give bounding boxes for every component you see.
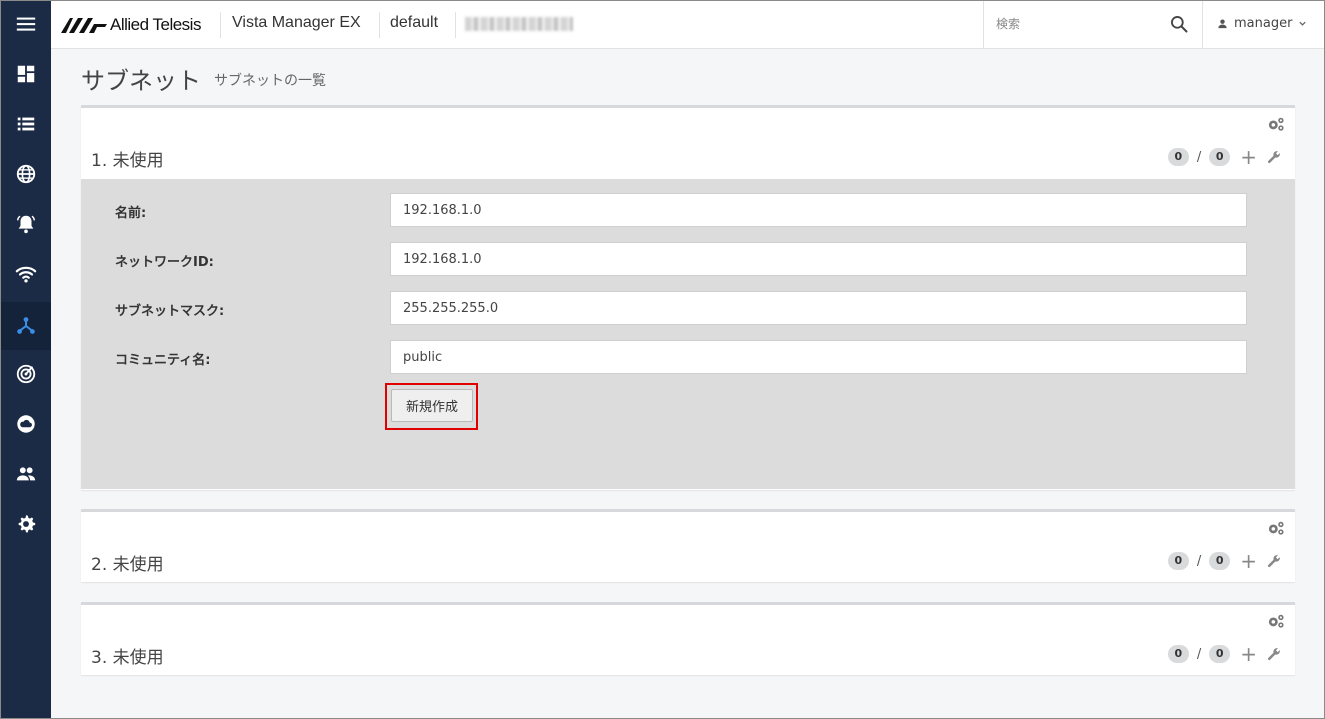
context-name[interactable]: default [390,14,438,32]
globe-icon [16,164,35,184]
sidebar-item-cloud[interactable] [0,400,51,448]
sidebar-item-network[interactable] [0,302,51,350]
menu-icon [16,17,35,31]
sidebar [0,0,51,719]
menu-toggle-button[interactable] [0,0,51,48]
panel-tools: 0 / 0 + [1167,147,1281,167]
users-icon [16,467,35,481]
app-name: Vista Manager EX [232,14,361,31]
count-badge: 0 [1209,645,1231,663]
user-name: manager [1234,16,1293,31]
count-separator: / [1196,553,1202,569]
count-badge: 0 [1209,148,1231,166]
wrench-icon[interactable] [1267,647,1281,661]
sidebar-item-alarms[interactable] [0,200,51,248]
divider [455,12,456,38]
create-button[interactable]: 新規作成 [391,389,473,422]
subnet-mask-field[interactable] [390,291,1247,325]
sidebar-item-radar[interactable] [0,350,51,398]
add-icon[interactable]: + [1240,644,1257,664]
wrench-icon[interactable] [1267,554,1281,568]
panel-tools: 0 / 0 + [1167,551,1281,571]
brand-name: Allied Telesis [110,15,201,34]
panel-title[interactable]: 3. 未使用 [91,643,164,668]
subnet-panel-1: 1. 未使用 0 / 0 + 名前: ネットワークID: サブネットマスク: コ… [81,105,1295,490]
panel-title[interactable]: 1. 未使用 [91,146,164,171]
sidebar-item-users[interactable] [0,450,51,498]
radar-icon [16,364,35,384]
count-separator: / [1196,149,1202,165]
top-bar: Allied Telesis Vista Manager EX default … [51,0,1325,49]
network-topology-icon [16,317,35,334]
allied-telesis-logo-icon [61,18,107,33]
subnet-mask-label: サブネットマスク: [115,304,225,319]
gears-settings-icon[interactable] [1267,520,1285,536]
divider [220,12,221,38]
wifi-icon [15,266,36,283]
main-content: サブネット サブネットの一覧 1. 未使用 0 / 0 + 名前: ネットワーク… [51,49,1324,718]
count-badge: 0 [1167,148,1189,166]
search-box [983,0,1203,49]
gears-settings-icon[interactable] [1267,613,1285,629]
count-badge: 0 [1209,552,1231,570]
subnet-form: 名前: ネットワークID: サブネットマスク: コミュニティ名: 新規作成 [81,179,1295,489]
search-input[interactable] [996,15,1156,33]
alarm-bell-icon [16,215,35,234]
add-icon[interactable]: + [1240,147,1257,167]
page-subtitle: サブネットの一覧 [214,73,326,89]
user-menu[interactable]: manager [1217,16,1307,31]
subnet-panel-3: 3. 未使用 0 / 0 + [81,602,1295,675]
sidebar-item-list[interactable] [0,100,51,148]
redacted-host-address [465,17,573,31]
sidebar-item-settings[interactable] [0,500,51,548]
name-field[interactable] [390,193,1247,227]
sidebar-item-wireless[interactable] [0,250,51,298]
list-icon [17,117,34,131]
sidebar-item-dashboard[interactable] [0,50,51,98]
settings-gear-icon [18,515,35,533]
panel-title[interactable]: 2. 未使用 [91,550,164,575]
user-icon [1218,19,1227,29]
page-title: サブネット [81,67,201,95]
cloud-icon [16,415,35,433]
count-separator: / [1196,646,1202,662]
subnet-panel-2: 2. 未使用 0 / 0 + [81,509,1295,582]
add-icon[interactable]: + [1240,551,1257,571]
name-label: 名前: [115,206,147,221]
community-name-label: コミュニティ名: [115,353,211,368]
gears-settings-icon[interactable] [1267,116,1285,132]
network-id-field[interactable] [390,242,1247,276]
network-id-label: ネットワークID: [115,255,214,270]
community-name-field[interactable] [390,340,1247,374]
sidebar-item-globe[interactable] [0,150,51,198]
chevron-down-icon [1299,21,1307,26]
brand-logo[interactable]: Allied Telesis [61,14,201,36]
count-badge: 0 [1167,552,1189,570]
search-icon[interactable] [1169,14,1189,34]
divider [379,12,380,38]
dashboard-icon [17,65,34,83]
panel-tools: 0 / 0 + [1167,644,1281,664]
wrench-icon[interactable] [1267,150,1281,164]
count-badge: 0 [1167,645,1189,663]
